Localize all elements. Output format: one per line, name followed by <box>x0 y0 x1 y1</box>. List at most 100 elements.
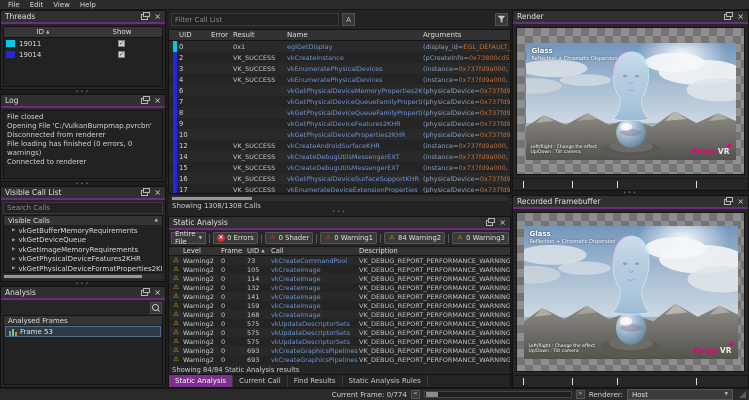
menu-item[interactable]: View <box>48 1 75 9</box>
tree-item[interactable]: ▶ vkGetPhysicalDeviceFormatProperties2KH… <box>4 264 162 273</box>
float-panel-icon[interactable] <box>724 14 731 20</box>
uid-column-header[interactable]: UID▲ <box>247 247 271 255</box>
match-case-button[interactable]: A <box>342 13 355 26</box>
expander-icon[interactable]: ▶ <box>12 228 15 233</box>
warning-row[interactable]: ⚠ Warning2 0 693 vkCreateGraphicsPipelin… <box>169 355 510 364</box>
visible-calls-tree-header[interactable]: Visible Calls ▲ <box>3 215 163 225</box>
warning-row[interactable]: ⚠ Warning2 0 159 vkCreateImage VK_DEBUG_… <box>169 301 510 310</box>
tab-static-analysis[interactable]: Static Analysis <box>169 375 233 387</box>
tab-find-results[interactable]: Find Results <box>288 375 343 387</box>
level-column-header[interactable]: Level <box>183 247 221 255</box>
result-column-header[interactable]: Result <box>233 31 287 39</box>
call-row[interactable]: 8 vkGetPhysicalDeviceQueueFamilyProperti… <box>169 107 510 118</box>
close-panel-icon[interactable]: × <box>499 219 506 227</box>
close-panel-icon[interactable]: × <box>154 13 161 21</box>
scope-dropdown[interactable]: Entire File ▼ <box>171 232 206 244</box>
call-row[interactable]: 3 VK_SUCCESS vkEnumeratePhysicalDevices … <box>169 63 510 74</box>
severity-filter-button[interactable]: ⚠ 84 Warning2 <box>384 232 445 244</box>
scrollbar-thumb[interactable] <box>4 275 142 278</box>
warning-row[interactable]: ⚠ Warning2 0 693 vkCreateGraphicsPipelin… <box>169 346 510 355</box>
tree-item[interactable]: ▶ vkGetBufferMemoryRequirements <box>4 226 162 236</box>
float-panel-icon[interactable] <box>141 14 148 20</box>
thread-visibility-checkbox[interactable]: ✓ <box>118 51 125 58</box>
frame-scrubber[interactable] <box>514 178 747 189</box>
splitter-handle[interactable]: ••• <box>168 210 511 214</box>
previous-frame-button[interactable]: < <box>411 390 420 399</box>
slider-handle[interactable] <box>426 392 438 397</box>
tab-static-analysis-rules[interactable]: Static Analysis Rules <box>343 375 428 387</box>
warning-row[interactable]: ⚠ Warning2 0 168 vkCreateImage VK_DEBUG_… <box>169 310 510 319</box>
call-row[interactable]: 17 VK_SUCCESS vkEnumerateDeviceExtension… <box>169 184 510 193</box>
expander-icon[interactable]: ▶ <box>12 247 15 252</box>
severity-filter-button[interactable]: ⚠ 0 Warning3 <box>452 232 509 244</box>
horizontal-scrollbar[interactable] <box>3 274 163 279</box>
arguments-column-header[interactable]: Arguments <box>423 31 510 39</box>
filter-call-list-input[interactable] <box>175 16 335 24</box>
call-row[interactable]: 4 VK_SUCCESS vkEnumeratePhysicalDevices … <box>169 74 510 85</box>
analysed-frame-item[interactable]: Frame 53 <box>5 326 161 337</box>
call-row[interactable]: 16 VK_SUCCESS vkGetPhysicalDeviceSurface… <box>169 173 510 184</box>
next-frame-button[interactable]: > <box>576 390 585 399</box>
frame-column-header[interactable]: Frame <box>221 247 247 255</box>
error-column-header[interactable]: Error <box>211 31 233 39</box>
call-row[interactable]: 2 VK_SUCCESS vkCreateInstance (pCreateIn… <box>169 52 510 63</box>
call-row[interactable]: 6 vkGetPhysicalDeviceMemoryProperties2KH… <box>169 85 510 96</box>
severity-filter-button[interactable]: ⚠ 0 Warning1 <box>320 232 377 244</box>
scrollbar-thumb[interactable] <box>172 197 252 200</box>
frame-slider[interactable] <box>424 391 572 398</box>
float-panel-icon[interactable] <box>486 220 493 226</box>
tree-item[interactable]: ▶ vkGetPhysicalDeviceFeatures2KHR <box>4 255 162 265</box>
severity-filter-button[interactable]: × 0 Errors <box>213 232 258 244</box>
warning-row[interactable]: ⚠ Warning2 0 105 vkCreateImage VK_DEBUG_… <box>169 265 510 274</box>
expander-icon[interactable]: ▶ <box>12 238 15 243</box>
analysis-search-button[interactable] <box>150 302 162 314</box>
close-panel-icon[interactable]: × <box>154 189 161 197</box>
call-row[interactable]: 10 vkGetPhysicalDeviceProperties2KHR (ph… <box>169 129 510 140</box>
float-panel-icon[interactable] <box>141 190 148 196</box>
frame-scrubber[interactable] <box>514 375 747 386</box>
description-column-header[interactable]: Description <box>359 247 510 255</box>
close-panel-icon[interactable]: × <box>737 13 744 21</box>
uid-column-header[interactable]: UID <box>179 31 211 39</box>
search-calls-input[interactable] <box>7 204 159 212</box>
close-panel-icon[interactable]: × <box>154 97 161 105</box>
menu-item[interactable]: File <box>3 1 25 9</box>
float-panel-icon[interactable] <box>724 199 731 205</box>
float-panel-icon[interactable] <box>141 98 148 104</box>
call-row[interactable]: 14 VK_SUCCESS vkCreateDebugUtilsMessenge… <box>169 151 510 162</box>
menu-item[interactable]: Edit <box>25 1 49 9</box>
thread-row[interactable]: 19011 ✓ <box>4 38 162 49</box>
name-column-header[interactable]: Name <box>287 31 423 39</box>
call-row[interactable]: 0 0x1 eglGetDisplay (display_id=EGL_DEFA… <box>169 41 510 52</box>
renderer-select[interactable]: Host ▼ <box>627 389 733 400</box>
close-panel-icon[interactable]: × <box>154 289 161 297</box>
call-row[interactable]: 7 vkGetPhysicalDeviceQueueFamilyProperti… <box>169 96 510 107</box>
warning-row[interactable]: ⚠ Warning2 0 575 vkUpdateDescriptorSets … <box>169 319 510 328</box>
expander-icon[interactable]: ▶ <box>12 266 15 271</box>
call-row[interactable]: 12 VK_SUCCESS vkCreateAndroidSurfaceKHR … <box>169 140 510 151</box>
tree-item[interactable]: ▶ vkGetDeviceQueue <box>4 236 162 246</box>
thread-row[interactable]: 19014 ✓ <box>4 49 162 60</box>
close-panel-icon[interactable]: × <box>737 198 744 206</box>
tab-current-call[interactable]: Current Call <box>233 375 288 387</box>
call-row[interactable]: 9 vkGetPhysicalDeviceFeatures2KHR (physi… <box>169 118 510 129</box>
threads-show-column-header[interactable]: Show <box>82 28 162 36</box>
horizontal-scrollbar[interactable] <box>171 196 508 201</box>
warning-row[interactable]: ⚠ Warning2 0 575 vkUpdateDescriptorSets … <box>169 328 510 337</box>
call-column-header[interactable]: Call <box>271 247 359 255</box>
tree-item[interactable]: ▶ vkGetImageMemoryRequirements <box>4 245 162 255</box>
expander-icon[interactable]: ▶ <box>12 257 15 262</box>
warning-row[interactable]: ⚠ Warning2 0 73 vkCreateCommandPool VK_D… <box>169 256 510 265</box>
resize-grip[interactable] <box>739 391 746 398</box>
warning-row[interactable]: ⚠ Warning2 0 141 vkCreateImage VK_DEBUG_… <box>169 292 510 301</box>
thread-visibility-checkbox[interactable]: ✓ <box>118 40 125 47</box>
float-panel-icon[interactable] <box>141 290 148 296</box>
severity-filter-button[interactable]: ⚠ 0 Shader <box>265 232 314 244</box>
advanced-filter-button[interactable] <box>495 13 508 26</box>
menu-item[interactable]: Help <box>75 1 101 9</box>
call-row[interactable]: 15 VK_SUCCESS vkCreateDebugUtilsMessenge… <box>169 162 510 173</box>
warning-row[interactable]: ⚠ Warning2 0 575 vkUpdateDescriptorSets … <box>169 337 510 346</box>
warning-row[interactable]: ⚠ Warning2 0 114 vkCreateImage VK_DEBUG_… <box>169 274 510 283</box>
warning-row[interactable]: ⚠ Warning2 0 132 vkCreateImage VK_DEBUG_… <box>169 283 510 292</box>
threads-id-column-header[interactable]: ID ▲ <box>4 28 82 36</box>
